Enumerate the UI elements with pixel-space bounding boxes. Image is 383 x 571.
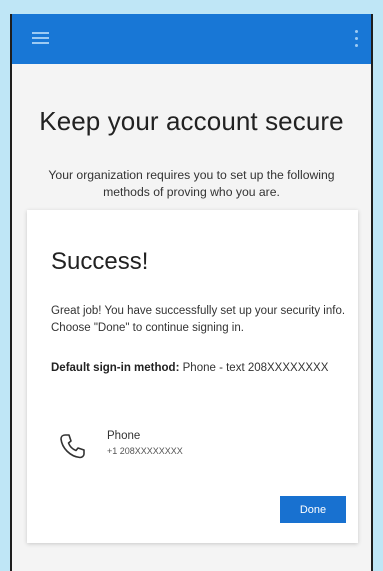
- app-frame: Keep your account secure Your organizati…: [10, 14, 373, 571]
- page-subtitle: Your organization requires you to set up…: [48, 168, 335, 199]
- default-method-value: Phone - text 208XXXXXXXX: [182, 362, 329, 374]
- default-method: Default sign-in method: Phone - text 208…: [51, 360, 351, 376]
- default-method-label: Default sign-in method:: [51, 362, 180, 374]
- phone-icon: [60, 434, 85, 459]
- more-vertical-icon[interactable]: [353, 28, 359, 50]
- success-card: Success! Great job! You have successfull…: [27, 210, 358, 543]
- page-title: Keep your account secure: [39, 106, 344, 136]
- done-button[interactable]: Done: [280, 496, 346, 523]
- card-title: Success!: [51, 248, 149, 275]
- method-name: Phone: [107, 430, 141, 442]
- top-bar: [12, 14, 371, 64]
- hamburger-menu-icon[interactable]: [32, 32, 49, 44]
- method-number: +1 208XXXXXXXX: [107, 446, 183, 456]
- success-message: Great job! You have successfully set up …: [51, 305, 346, 334]
